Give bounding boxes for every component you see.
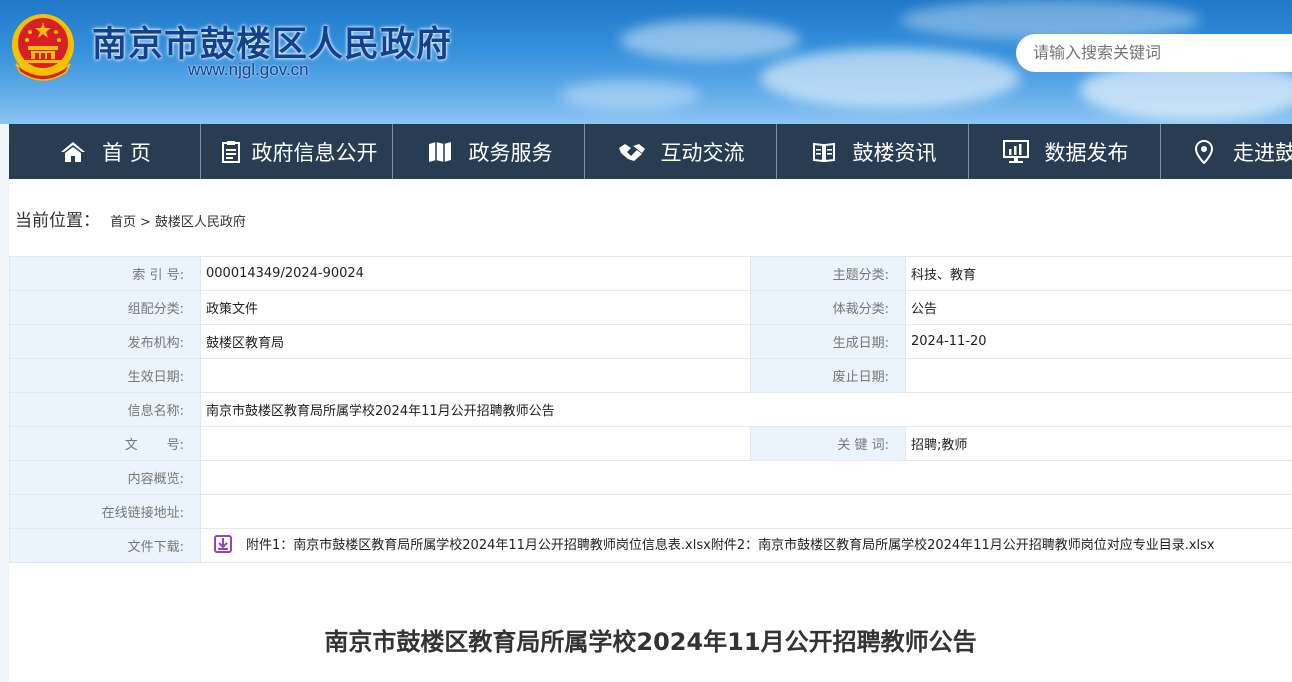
expiry-date-value [905, 358, 1292, 393]
table-row: 文 号: 关 键 词: 招聘;教师 [9, 426, 1292, 461]
file-download-label: 文件下载: [9, 528, 201, 563]
main-content: 当前位置： 首页 > 鼓楼区人民政府 索 引 号: 000014349/2024… [9, 179, 1292, 682]
site-url: www.njgl.gov.cn [188, 60, 309, 79]
sky-cloud [760, 48, 1020, 108]
publisher-label: 发布机构: [9, 324, 201, 359]
nav-label: 政府信息公开 [251, 140, 378, 165]
breadcrumb-separator: > [140, 215, 151, 230]
nav-label: 首 页 [102, 140, 151, 165]
group-category-label: 组配分类: [9, 290, 201, 325]
created-date-value: 2024-11-20 [905, 324, 1292, 359]
nav-label: 走进鼓 [1233, 140, 1292, 165]
info-name-value: 南京市鼓楼区教育局所属学校2024年11月公开招聘教师公告 [200, 392, 1292, 427]
online-link-value [200, 494, 1292, 529]
map-icon [425, 137, 455, 167]
topic-category-value: 科技、教育 [905, 256, 1292, 291]
table-row: 文件下载: 附件1：南京市鼓楼区教育局所属学校2024年11月公开招聘教师岗位信… [9, 528, 1292, 563]
search-input[interactable] [1016, 34, 1292, 72]
article-title: 南京市鼓楼区教育局所属学校2024年11月公开招聘教师公告 [324, 628, 977, 656]
attachment-2-link[interactable]: 附件2：南京市鼓楼区教育局所属学校2024年11月公开招聘教师岗位对应专业目录.… [711, 538, 1215, 553]
keywords-value: 招聘;教师 [905, 426, 1292, 461]
nav-label: 鼓楼资讯 [852, 140, 937, 165]
nav-label: 互动交流 [660, 140, 745, 165]
sky-cloud [620, 20, 800, 60]
effective-date-value [200, 358, 751, 393]
document-number-value [200, 426, 751, 461]
table-row: 发布机构: 鼓楼区教育局 生成日期: 2024-11-20 [9, 324, 1292, 359]
breadcrumb-link-gulou-gov[interactable]: 鼓楼区人民政府 [155, 211, 246, 230]
nav-item-info-disclosure[interactable]: 政府信息公开 [201, 124, 393, 179]
created-date-label: 生成日期: [750, 324, 906, 359]
table-row: 组配分类: 政策文件 体裁分类: 公告 [9, 290, 1292, 325]
genre-category-value: 公告 [905, 290, 1292, 325]
file-download-value: 附件1：南京市鼓楼区教育局所属学校2024年11月公开招聘教师岗位信息表.xls… [200, 528, 1292, 563]
table-row: 索 引 号: 000014349/2024-90024 主题分类: 科技、教育 [9, 256, 1292, 291]
document-icon [216, 137, 246, 167]
nav-label: 政务服务 [468, 140, 553, 165]
topic-category-label: 主题分类: [750, 256, 906, 291]
effective-date-label: 生效日期: [9, 358, 201, 393]
online-link-label: 在线链接地址: [9, 494, 201, 529]
expiry-date-label: 废止日期: [750, 358, 906, 393]
nav-item-about-gulou[interactable]: 走进鼓 [1161, 124, 1292, 179]
download-icon[interactable] [214, 534, 232, 557]
index-number-value: 000014349/2024-90024 [200, 256, 751, 291]
nav-item-interaction[interactable]: 互动交流 [585, 124, 777, 179]
main-nav: 首 页 政府信息公开 政务服务 互动交流 鼓楼资讯 数据发布 走进鼓 [9, 124, 1292, 179]
metadata-table: 索 引 号: 000014349/2024-90024 主题分类: 科技、教育 … [9, 256, 1292, 563]
info-name-label: 信息名称: [9, 392, 201, 427]
table-row: 在线链接地址: [9, 494, 1292, 529]
table-row: 信息名称: 南京市鼓楼区教育局所属学校2024年11月公开招聘教师公告 [9, 392, 1292, 427]
location-pin-icon [1189, 137, 1219, 167]
home-icon [58, 137, 88, 167]
monitor-chart-icon [1001, 137, 1031, 167]
genre-category-label: 体裁分类: [750, 290, 906, 325]
attachment-1-link[interactable]: 附件1：南京市鼓楼区教育局所属学校2024年11月公开招聘教师岗位信息表.xls… [246, 538, 711, 553]
index-number-label: 索 引 号: [9, 256, 201, 291]
nav-item-news[interactable]: 鼓楼资讯 [777, 124, 969, 179]
site-header: 南京市鼓楼区人民政府 www.njgl.gov.cn [0, 0, 1292, 124]
book-icon [809, 137, 839, 167]
breadcrumb: 当前位置： 首页 > 鼓楼区人民政府 [15, 206, 246, 231]
breadcrumb-link-home[interactable]: 首页 [110, 211, 136, 230]
nav-item-data-release[interactable]: 数据发布 [969, 124, 1161, 179]
group-category-value: 政策文件 [200, 290, 751, 325]
document-number-label: 文 号: [9, 426, 201, 461]
table-row: 生效日期: 废止日期: [9, 358, 1292, 393]
content-summary-label: 内容概览: [9, 460, 201, 495]
national-emblem-icon [12, 14, 74, 81]
nav-label: 数据发布 [1044, 140, 1129, 165]
breadcrumb-label: 当前位置： [15, 211, 100, 231]
publisher-value: 鼓楼区教育局 [200, 324, 751, 359]
keywords-label: 关 键 词: [750, 426, 906, 461]
handshake-icon [617, 137, 647, 167]
nav-item-home[interactable]: 首 页 [9, 124, 201, 179]
content-summary-value [200, 460, 1292, 495]
nav-item-services[interactable]: 政务服务 [393, 124, 585, 179]
sky-cloud [560, 80, 700, 110]
table-row: 内容概览: [9, 460, 1292, 495]
